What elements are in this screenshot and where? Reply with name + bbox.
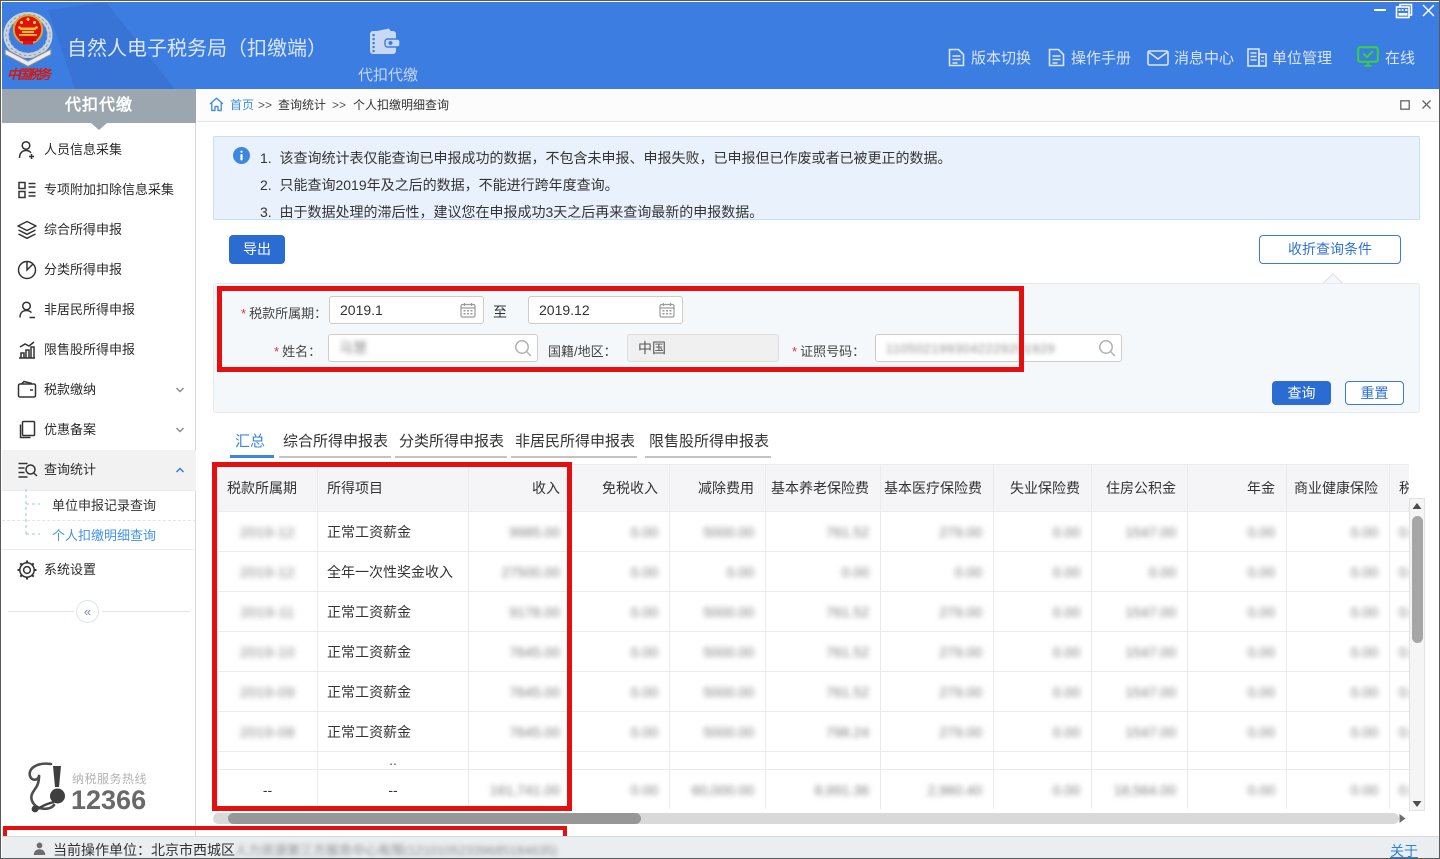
svg-text:中国税务: 中国税务 [7, 67, 53, 80]
